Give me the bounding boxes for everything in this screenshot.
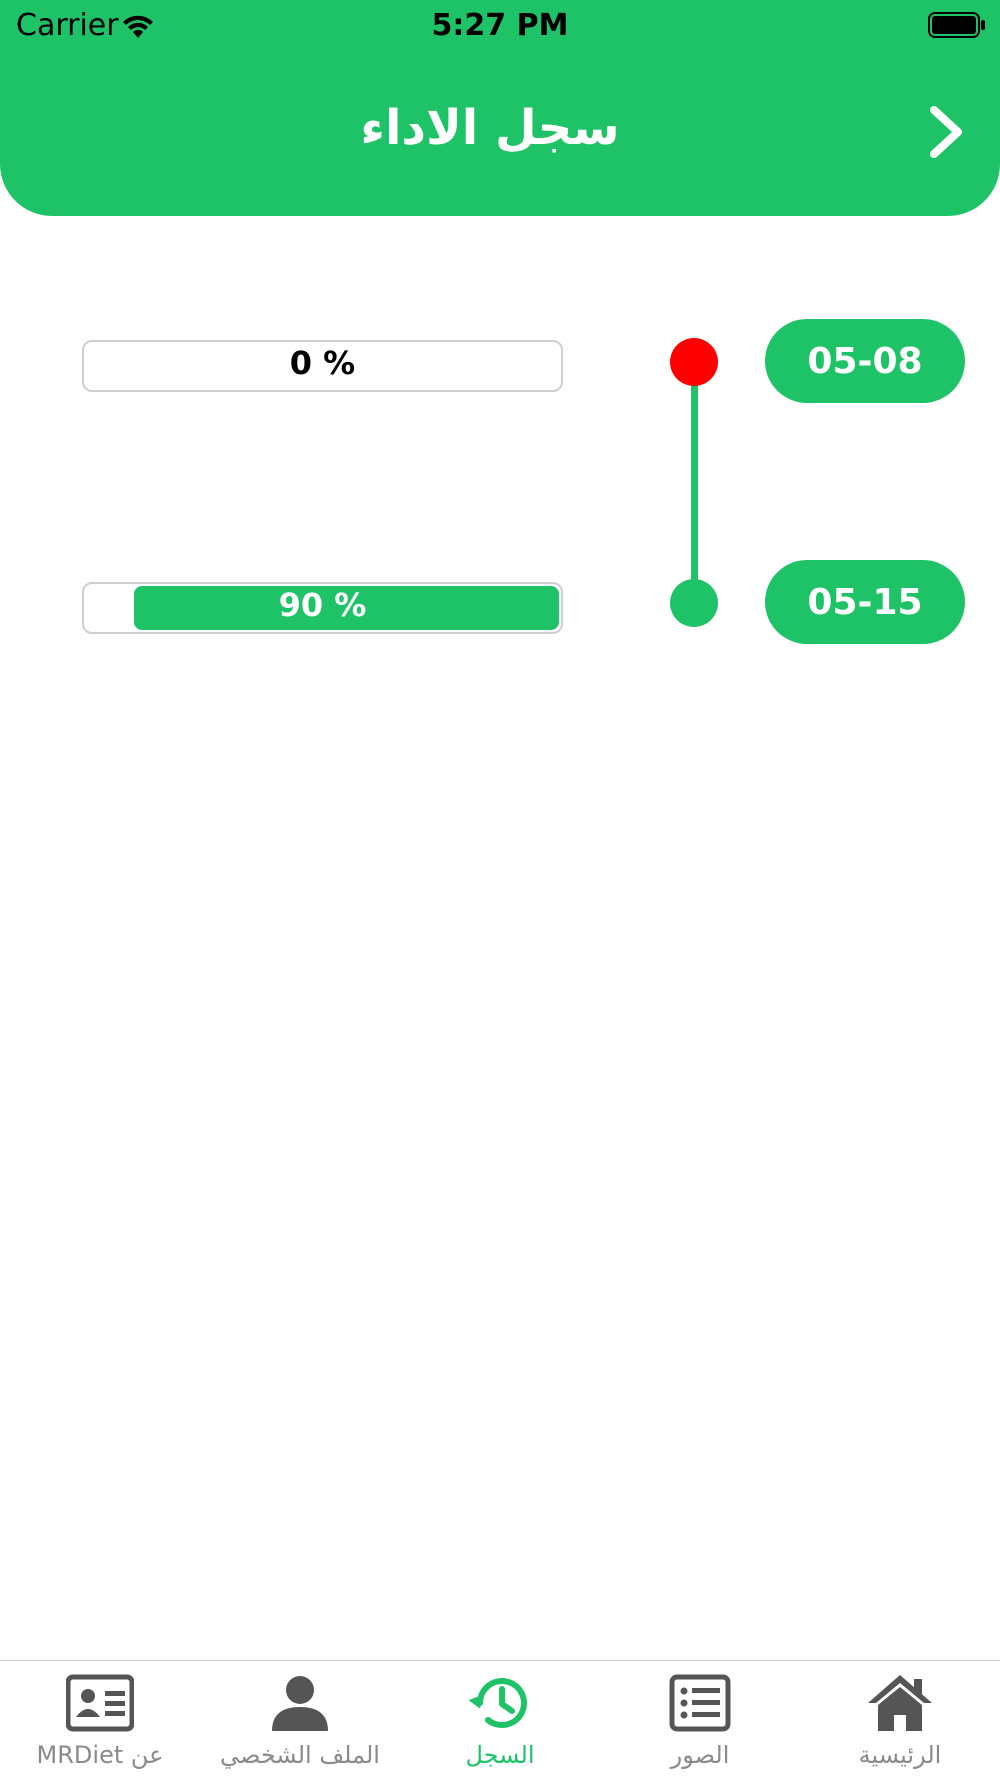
tab-label: الملف الشخصي bbox=[220, 1741, 380, 1769]
date-pill[interactable]: 05-15 bbox=[765, 560, 965, 644]
status-bar: Carrier 5:27 PM bbox=[0, 0, 1000, 54]
timeline-dot bbox=[670, 579, 718, 627]
progress-bar: 0 % bbox=[82, 340, 563, 392]
user-icon bbox=[272, 1676, 328, 1731]
tab-label: السجل bbox=[465, 1741, 535, 1769]
timeline-line bbox=[691, 362, 698, 604]
tab-bar: عن MRDiet الملف الشخصي السجل الصور الرئي… bbox=[0, 1660, 1000, 1778]
header: Carrier 5:27 PM سجل الاداء bbox=[0, 0, 1000, 216]
tab-label: عن MRDiet bbox=[36, 1741, 164, 1769]
history-screen: Carrier 5:27 PM سجل الاداء 0 % 05-08 90 … bbox=[0, 0, 1000, 1778]
tab-home[interactable]: الرئيسية bbox=[800, 1661, 1000, 1778]
list-icon bbox=[669, 1674, 731, 1732]
page-title: سجل الاداء bbox=[360, 100, 620, 156]
tab-profile[interactable]: الملف الشخصي bbox=[200, 1661, 400, 1778]
id-card-icon bbox=[66, 1674, 134, 1732]
status-time: 5:27 PM bbox=[431, 8, 569, 43]
tab-label: الرئيسية bbox=[858, 1741, 942, 1769]
timeline-dot bbox=[670, 338, 718, 386]
tab-history[interactable]: السجل bbox=[400, 1661, 600, 1778]
home-icon bbox=[868, 1675, 932, 1731]
progress-label: 90 % bbox=[278, 586, 367, 624]
history-icon bbox=[468, 1678, 527, 1729]
tab-about[interactable]: عن MRDiet bbox=[0, 1661, 200, 1778]
progress-bar: 90 % bbox=[82, 582, 563, 634]
progress-label: 0 % bbox=[289, 344, 356, 382]
tab-label: الصور bbox=[670, 1741, 730, 1769]
battery-icon bbox=[928, 12, 985, 38]
date-pill[interactable]: 05-08 bbox=[765, 319, 965, 403]
tab-photos[interactable]: الصور bbox=[600, 1661, 800, 1778]
chevron-right-icon[interactable] bbox=[920, 102, 972, 162]
